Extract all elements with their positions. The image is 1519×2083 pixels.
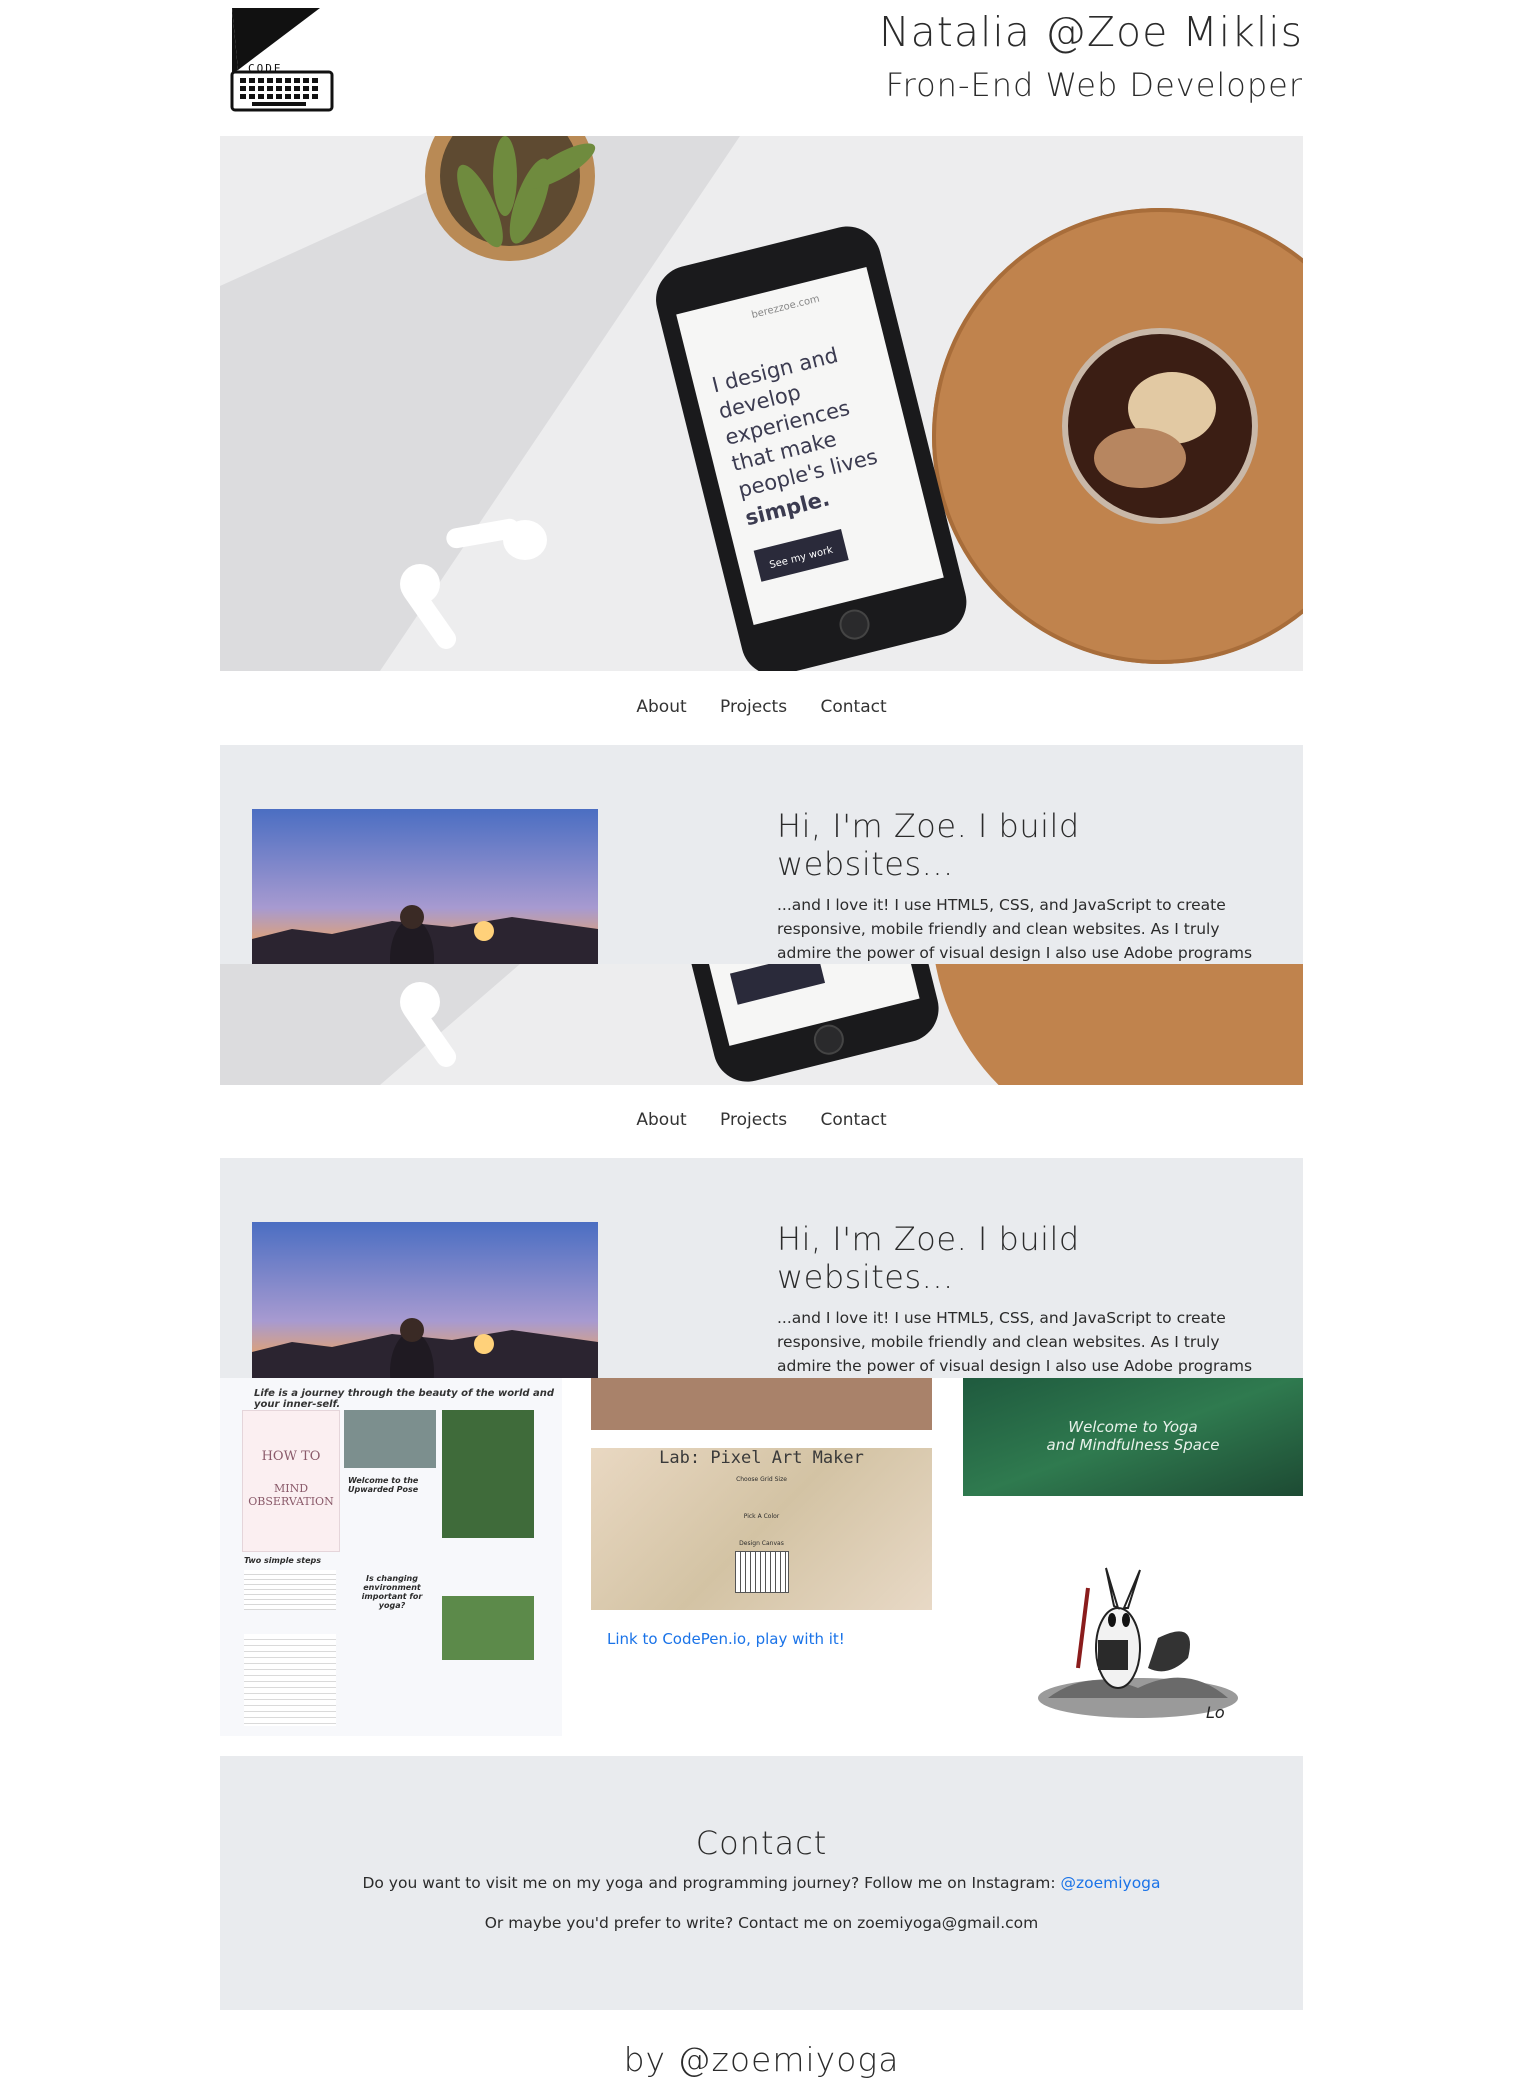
yoga-card: HOW TO MIND OBSERVATION <box>242 1410 340 1552</box>
about-photo <box>252 1222 598 1378</box>
about-heading: Hi, I'm Zoe. I build websites... <box>777 1220 1080 1296</box>
character-illustration: Lo <box>1028 1548 1248 1728</box>
yoga-space-line2: and Mindfulness Space <box>1046 1436 1220 1454</box>
site-name: Natalia @Zoe Miklis <box>878 8 1303 56</box>
nav-about[interactable]: About <box>636 697 686 717</box>
about-body: ...and I love it! I use HTML5, CSS, and … <box>777 1309 1253 1375</box>
project-top-strip <box>591 1378 932 1430</box>
pixel-canvas-label: Design Canvas <box>739 1540 784 1547</box>
contact-section: Contact Do you want to visit me on my yo… <box>220 1756 1303 2010</box>
about-body: ...and I love it! I use HTML5, CSS, and … <box>777 896 1253 962</box>
yoga-card-sub: MIND OBSERVATION <box>248 1482 334 1508</box>
about-section: Hi, I'm Zoe. I build websites... ...and … <box>220 745 1303 964</box>
hero-image: berezzoe.com I design and develop experi… <box>220 136 1303 671</box>
site-title: Natalia @Zoe Miklis Fron-End Web Develop… <box>879 8 1303 108</box>
about-heading: Hi, I'm Zoe. I build websites... <box>777 807 1080 883</box>
svg-text:Lo: Lo <box>1206 1703 1225 1722</box>
main-nav-repeat: About Projects Contact <box>220 1110 1303 1130</box>
yoga-photo-2 <box>442 1410 534 1538</box>
nav-projects[interactable]: Projects <box>720 697 787 717</box>
yoga-photo-1 <box>344 1410 436 1468</box>
nav-about[interactable]: About <box>636 1110 686 1130</box>
yoga-post-2: Is changing environment important for yo… <box>361 1574 423 1610</box>
pixel-canvas <box>734 1551 789 1593</box>
yoga-photo-3 <box>442 1596 534 1660</box>
contact-line-2: Or maybe you'd prefer to write? Contact … <box>484 1914 1039 1932</box>
yoga-text-block-2 <box>244 1634 336 1726</box>
instagram-link[interactable]: @zoemiyoga <box>1060 1874 1160 1892</box>
yoga-space-line1: Welcome to Yoga <box>1068 1418 1198 1436</box>
about-section-repeat: Hi, I'm Zoe. I build websites... ...and … <box>220 1158 1303 1378</box>
yoga-text-block <box>244 1570 336 1610</box>
about-photo <box>252 809 598 964</box>
nav-projects[interactable]: Projects <box>720 1110 787 1130</box>
yoga-post-1: Welcome to the Upwarded Pose <box>348 1476 419 1494</box>
nav-contact[interactable]: Contact <box>820 697 886 717</box>
codepen-link[interactable]: Link to CodePen.io, play with it! <box>607 1630 927 1648</box>
yoga-page-headline: Life is a journey through the beauty of … <box>254 1388 555 1410</box>
main-nav: About Projects Contact <box>220 697 1303 717</box>
nav-contact[interactable]: Contact <box>820 1110 886 1130</box>
contact-heading: Contact <box>695 1824 828 1862</box>
site-role: Fron-End Web Developer <box>885 66 1303 104</box>
logo: CODE <box>228 6 336 112</box>
yoga-steps: Two simple steps <box>244 1556 322 1565</box>
project-yoga-page[interactable]: Life is a journey through the beauty of … <box>220 1378 562 1736</box>
contact-line-1-text: Do you want to visit me on my yoga and p… <box>362 1874 1061 1892</box>
pixel-color-label: Pick A Color <box>743 1513 780 1520</box>
pixel-title: Lab: Pixel Art Maker <box>659 1448 864 1468</box>
footer: by @zoemiyoga <box>623 2040 900 2079</box>
project-yoga-space[interactable]: Welcome to Yoga and Mindfulness Space <box>963 1378 1303 1496</box>
project-pixel-maker[interactable]: Lab: Pixel Art Maker Choose Grid Size Pi… <box>591 1448 932 1610</box>
contact-line-1: Do you want to visit me on my yoga and p… <box>220 1874 1303 1892</box>
pixel-grid-label: Choose Grid Size <box>736 1476 787 1483</box>
hero-image-repeat <box>220 964 1303 1085</box>
yoga-card-title: HOW TO <box>261 1449 321 1464</box>
